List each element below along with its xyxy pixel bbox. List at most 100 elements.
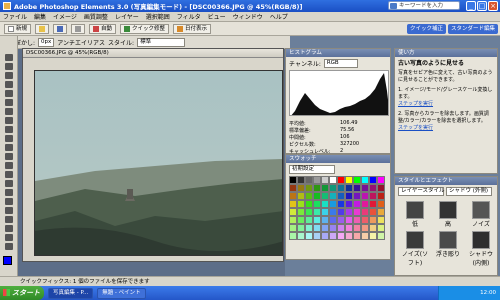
- foreground-color-swatch[interactable]: [3, 256, 12, 265]
- color-swatch[interactable]: [321, 216, 329, 224]
- color-swatch[interactable]: [289, 224, 297, 232]
- color-swatch[interactable]: [369, 192, 377, 200]
- color-swatch[interactable]: [377, 224, 385, 232]
- marquee-tool-button-icon[interactable]: [5, 90, 13, 97]
- sponge-tool-icon[interactable]: [5, 243, 13, 250]
- color-swatch[interactable]: [297, 184, 305, 192]
- effect-high[interactable]: 高: [433, 201, 463, 228]
- color-swatch[interactable]: [361, 176, 369, 184]
- gradient-tool-icon[interactable]: [5, 216, 13, 223]
- color-swatch[interactable]: [353, 192, 361, 200]
- color-swatch[interactable]: [361, 208, 369, 216]
- color-swatch[interactable]: [305, 200, 313, 208]
- color-swatch[interactable]: [289, 184, 297, 192]
- color-swatch[interactable]: [377, 216, 385, 224]
- color-swatch[interactable]: [289, 232, 297, 240]
- color-swatch[interactable]: [321, 208, 329, 216]
- color-swatch[interactable]: [297, 224, 305, 232]
- zoom-tool-icon[interactable]: [5, 63, 13, 70]
- start-button[interactable]: スタート: [0, 286, 44, 300]
- color-swatch[interactable]: [369, 200, 377, 208]
- color-swatch[interactable]: [361, 184, 369, 192]
- open-button[interactable]: [35, 23, 50, 34]
- eyedropper-tool-icon[interactable]: [5, 81, 13, 88]
- color-swatch[interactable]: [369, 208, 377, 216]
- date-view-button[interactable]: 日付表示: [173, 23, 212, 34]
- print-button[interactable]: [71, 23, 86, 34]
- standard-edit-button[interactable]: スタンダード編集: [447, 24, 498, 34]
- color-swatch[interactable]: [361, 232, 369, 240]
- cookie-cutter-tool-icon[interactable]: [5, 144, 13, 151]
- antialias-checkbox-label[interactable]: アンチエイリアス: [57, 38, 105, 47]
- quick-fix-button[interactable]: クイック修整: [120, 23, 170, 34]
- color-swatch[interactable]: [297, 192, 305, 200]
- color-swatch[interactable]: [305, 216, 313, 224]
- menu-filter[interactable]: フィルタ: [177, 12, 201, 21]
- color-swatch[interactable]: [313, 232, 321, 240]
- color-swatch[interactable]: [353, 208, 361, 216]
- color-swatch[interactable]: [337, 224, 345, 232]
- color-swatch[interactable]: [361, 216, 369, 224]
- hand-tool-icon[interactable]: [5, 72, 13, 79]
- howto-step-1-link[interactable]: ステップを実行: [398, 101, 494, 108]
- healing-brush-tool-icon[interactable]: [5, 162, 13, 169]
- color-swatch[interactable]: [377, 208, 385, 216]
- color-swatch[interactable]: [297, 232, 305, 240]
- effect-inner-shadow[interactable]: シャドウ(内側): [466, 231, 496, 267]
- menu-help[interactable]: ヘルプ: [270, 12, 288, 21]
- save-button[interactable]: [53, 23, 68, 34]
- color-swatch[interactable]: [337, 200, 345, 208]
- maximize-button[interactable]: □: [477, 1, 487, 11]
- howto-step-2-link[interactable]: ステップを実行: [398, 125, 494, 132]
- color-swatch[interactable]: [329, 192, 337, 200]
- new-button[interactable]: 新規: [4, 23, 32, 34]
- color-swatch[interactable]: [353, 216, 361, 224]
- move-tool-icon[interactable]: [5, 54, 13, 61]
- taskbar-paint[interactable]: 無題 - ペイント: [97, 287, 146, 299]
- shape-tool-icon[interactable]: [5, 225, 13, 232]
- color-swatch[interactable]: [329, 176, 337, 184]
- color-swatch[interactable]: [305, 224, 313, 232]
- effect-emboss[interactable]: 浮き彫り: [433, 231, 463, 267]
- brush-tool-icon[interactable]: [5, 198, 13, 205]
- color-swatch[interactable]: [289, 200, 297, 208]
- color-swatch[interactable]: [353, 176, 361, 184]
- menu-image[interactable]: イメージ: [53, 12, 77, 21]
- menu-select[interactable]: 選択範囲: [146, 12, 170, 21]
- color-swatch[interactable]: [345, 192, 353, 200]
- shadow-type-select[interactable]: シャドウ (外側): [446, 187, 492, 196]
- color-swatch[interactable]: [297, 200, 305, 208]
- color-swatch[interactable]: [313, 208, 321, 216]
- color-swatch[interactable]: [369, 184, 377, 192]
- color-swatch[interactable]: [289, 208, 297, 216]
- menu-file[interactable]: ファイル: [3, 12, 27, 21]
- menu-edit[interactable]: 編集: [34, 12, 46, 21]
- color-swatch[interactable]: [377, 192, 385, 200]
- color-swatch[interactable]: [353, 224, 361, 232]
- color-swatch[interactable]: [345, 200, 353, 208]
- color-swatch[interactable]: [353, 184, 361, 192]
- pencil-tool-icon[interactable]: [5, 180, 13, 187]
- menu-enhance[interactable]: 画質調整: [84, 12, 108, 21]
- color-swatch[interactable]: [369, 176, 377, 184]
- color-swatch[interactable]: [337, 232, 345, 240]
- menu-window[interactable]: ウィンドウ: [233, 12, 263, 21]
- color-swatch[interactable]: [313, 184, 321, 192]
- color-swatch[interactable]: [305, 176, 313, 184]
- lasso-tool-icon[interactable]: [5, 99, 13, 106]
- color-swatch[interactable]: [289, 176, 297, 184]
- color-swatch[interactable]: [337, 176, 345, 184]
- color-swatch[interactable]: [337, 216, 345, 224]
- color-swatch[interactable]: [329, 200, 337, 208]
- color-swatch[interactable]: [329, 216, 337, 224]
- color-swatch[interactable]: [329, 224, 337, 232]
- color-swatch[interactable]: [321, 200, 329, 208]
- color-swatch[interactable]: [321, 224, 329, 232]
- color-swatch[interactable]: [377, 184, 385, 192]
- red-eye-tool-icon[interactable]: [5, 153, 13, 160]
- minimize-button[interactable]: _: [466, 1, 476, 11]
- color-swatch[interactable]: [321, 192, 329, 200]
- color-swatch[interactable]: [369, 216, 377, 224]
- color-swatch[interactable]: [313, 176, 321, 184]
- color-swatch[interactable]: [313, 192, 321, 200]
